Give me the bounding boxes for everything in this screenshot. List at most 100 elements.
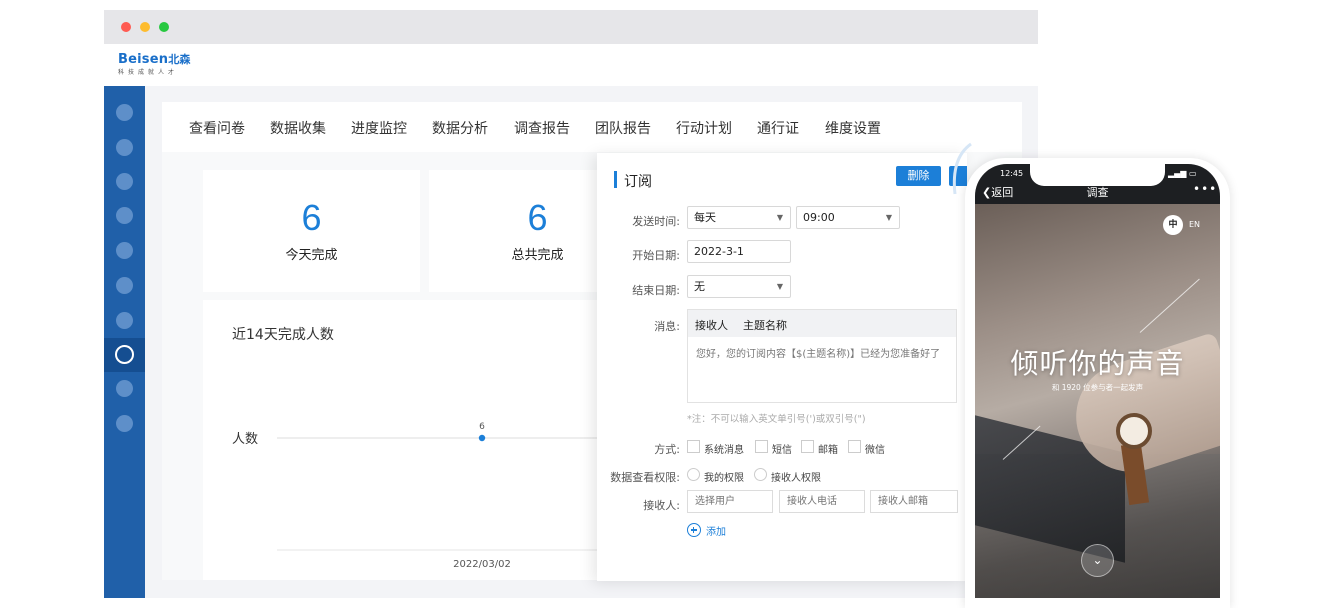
brand-bar: Beisen北森 科技成就人才 (104, 44, 1038, 86)
tab-view-questionnaire[interactable]: 查看问卷 (189, 118, 245, 138)
tab-data-collection[interactable]: 数据收集 (270, 118, 326, 138)
stat-today-label: 今天完成 (285, 248, 338, 263)
send-time-label: 发送时间: (632, 215, 680, 228)
circle-icon (115, 345, 134, 364)
phone-screen: 12:45 ▂▄▆ ▭ ❮返回 调查 ••• 中 EN 倾听你的声音 和 192… (975, 164, 1220, 598)
logo-name-cn: 北森 (168, 53, 191, 66)
tab-data-analysis[interactable]: 数据分析 (432, 118, 488, 138)
system-message-option: 系统消息 (704, 445, 744, 456)
tab-bar: 查看问卷 数据收集 进度监控 数据分析 调查报告 团队报告 行动计划 通行证 维… (162, 102, 1022, 152)
line-chart: 人数 6 2022/03/02 (232, 422, 603, 570)
end-date-select[interactable]: 无 ▼ (687, 275, 791, 298)
chart-card: 近14天完成人数 人数 6 2022/03/02 (203, 300, 603, 580)
caret-down-icon: ▼ (776, 282, 783, 291)
wechat-option: 微信 (865, 445, 885, 456)
title-accent-bar (614, 171, 617, 188)
hero-subtitle: 和 1920 位参与者一起发声 (1051, 383, 1144, 392)
start-date-label: 开始日期: (632, 249, 680, 262)
method-label: 方式: (654, 443, 680, 456)
logo-slogan: 科技成就人才 (118, 69, 179, 76)
stat-card-today: 6 今天完成 (203, 170, 420, 292)
minimize-window-button[interactable] (140, 22, 150, 32)
sidebar-item-2-icon[interactable] (116, 139, 133, 156)
tab-action-plan[interactable]: 行动计划 (676, 118, 732, 138)
chart-data-label: 6 (479, 422, 485, 432)
photo-watch (1116, 413, 1152, 449)
email-checkbox[interactable] (801, 440, 814, 453)
beisen-logo[interactable]: Beisen北森 科技成就人才 (118, 52, 191, 77)
message-editor[interactable]: 接收人 主题名称 您好，您的订阅内容【$(主题名称)】已经为您准备好了 (687, 309, 957, 403)
caret-down-icon: ▼ (885, 213, 892, 222)
tab-pass[interactable]: 通行证 (757, 118, 799, 138)
receiver-permission-option: 接收人权限 (771, 473, 821, 484)
sidebar-item-4-icon[interactable] (116, 207, 133, 224)
sidebar-item-6-icon[interactable] (116, 277, 133, 294)
more-icon[interactable]: ••• (1193, 182, 1217, 196)
subscription-dialog: 订阅 删除 发送时间: 每天 ▼ 09:00 ▼ 开始日期: 2022-3-1 … (597, 153, 967, 581)
my-permission-option: 我的权限 (704, 473, 744, 484)
sms-option: 短信 (772, 445, 792, 456)
tab-team-report[interactable]: 团队报告 (595, 118, 651, 138)
receiver-permission-radio[interactable] (754, 468, 767, 481)
decorative-line (1139, 278, 1200, 333)
receiver-phone-input[interactable] (779, 490, 865, 513)
scroll-down-button[interactable]: ⌄ (1081, 544, 1114, 577)
receiver-label: 接收人: (643, 499, 680, 512)
chart-x-tick-label: 2022/03/02 (453, 559, 511, 570)
wechat-checkbox[interactable] (848, 440, 861, 453)
logo-name: Beisen (118, 52, 169, 67)
tab-survey-report[interactable]: 调查报告 (514, 118, 570, 138)
tab-progress-monitor[interactable]: 进度监控 (351, 118, 407, 138)
sidebar-item-1-icon[interactable] (116, 104, 133, 121)
hero-photo (975, 204, 1220, 598)
start-date-value: 2022-3-1 (694, 245, 744, 258)
sidebar-item-5-icon[interactable] (116, 242, 133, 259)
close-window-button[interactable] (121, 22, 131, 32)
frequency-select[interactable]: 每天 ▼ (687, 206, 791, 229)
add-receiver-link[interactable]: 添加 (706, 523, 726, 538)
email-option: 邮箱 (818, 445, 838, 456)
end-date-value: 无 (694, 280, 705, 293)
lang-zh-button[interactable]: 中 (1163, 215, 1183, 235)
lang-en-button[interactable]: EN (1189, 220, 1200, 229)
end-date-label: 结束日期: (632, 284, 680, 297)
input-note: *注：不可以输入英文单引号(')或双引号(") (687, 414, 866, 425)
sidebar-item-active[interactable] (104, 338, 145, 372)
hero-title: 倾听你的声音 (1010, 347, 1185, 380)
chart-point (478, 434, 486, 442)
start-date-field[interactable]: 2022-3-1 (687, 240, 791, 263)
sidebar-item-9-icon[interactable] (116, 380, 133, 397)
status-time: 12:45 (1000, 169, 1024, 178)
time-value: 09:00 (803, 211, 835, 224)
status-icons: ▂▄▆ ▭ (1168, 169, 1197, 178)
sidebar-item-3-icon[interactable] (116, 173, 133, 190)
frequency-value: 每天 (694, 211, 716, 224)
maximize-window-button[interactable] (159, 22, 169, 32)
my-permission-radio[interactable] (687, 468, 700, 481)
permission-label: 数据查看权限: (610, 471, 680, 484)
sidebar-item-7-icon[interactable] (116, 312, 133, 329)
sms-checkbox[interactable] (755, 440, 768, 453)
message-label: 消息: (654, 320, 680, 333)
phone-nav-title: 调查 (1086, 186, 1109, 199)
stat-today-value: 6 (301, 197, 322, 238)
time-select[interactable]: 09:00 ▼ (796, 206, 900, 229)
sidebar-item-10-icon[interactable] (116, 415, 133, 432)
chevron-down-icon: ⌄ (1092, 553, 1103, 567)
phone-notch (1030, 164, 1165, 186)
tab-dimension-settings[interactable]: 维度设置 (825, 118, 881, 138)
chart-y-label: 人数 (232, 432, 258, 447)
window-titlebar (104, 10, 1038, 44)
caret-down-icon: ▼ (776, 213, 783, 222)
insert-receiver-tag[interactable]: 接收人 (695, 317, 728, 333)
message-text: 您好，您的订阅内容【$(主题名称)】已经为您准备好了 (696, 349, 941, 360)
system-message-checkbox[interactable] (687, 440, 700, 453)
receiver-email-input[interactable] (870, 490, 958, 513)
insert-topic-tag[interactable]: 主题名称 (743, 317, 787, 333)
add-circle-icon[interactable] (687, 523, 701, 537)
sidebar (104, 86, 145, 598)
phone-mockup: 12:45 ▂▄▆ ▭ ❮返回 调查 ••• 中 EN 倾听你的声音 和 192… (965, 158, 1230, 608)
message-toolbar: 接收人 主题名称 (688, 310, 956, 337)
dialog-title: 订阅 (624, 174, 652, 190)
select-user-input[interactable] (687, 490, 773, 513)
